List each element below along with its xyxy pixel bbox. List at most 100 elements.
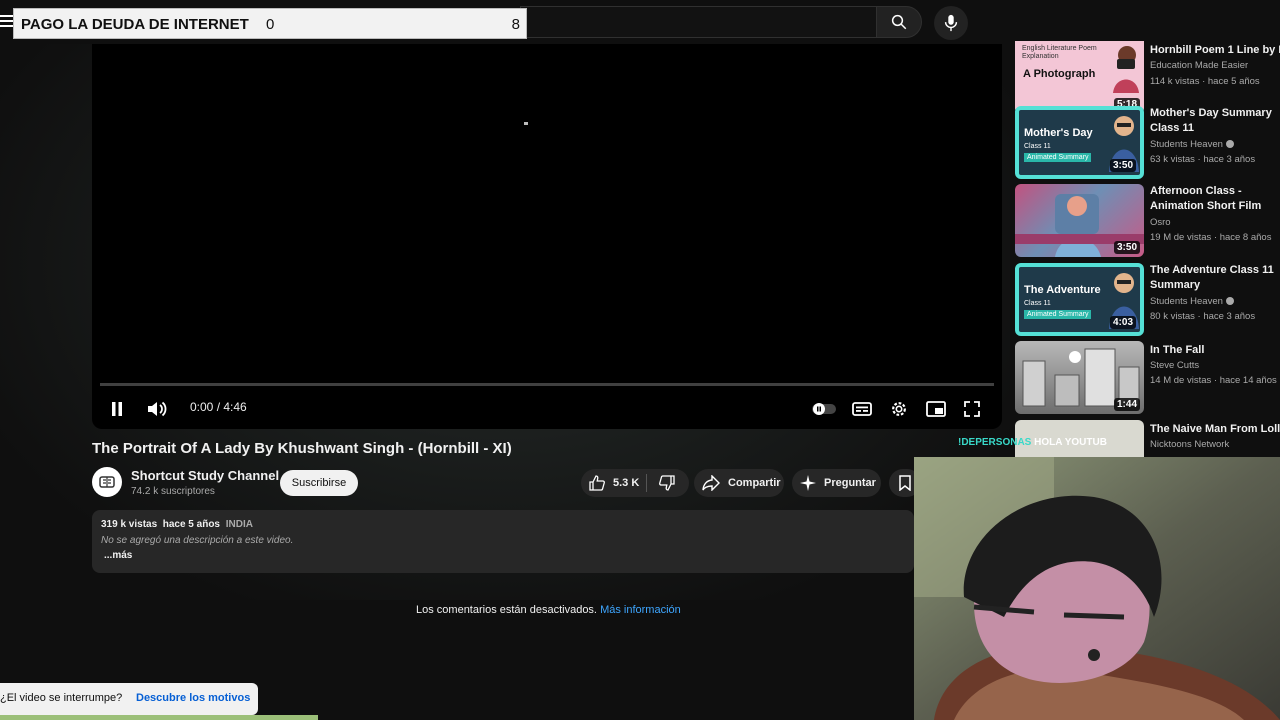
time-display: 0:00 / 4:46 <box>190 400 247 414</box>
recommendation-channel[interactable]: Osro <box>1150 217 1171 228</box>
duration-badge: 4:03 <box>1109 316 1136 329</box>
toast-link[interactable]: Descubre los motivos <box>136 692 250 704</box>
video-thumbnail[interactable]: The Adventure Class 11 Animated Summary … <box>1015 263 1144 336</box>
description-box[interactable]: 319 k vistas hace 5 años INDIA No se agr… <box>92 510 914 573</box>
channel-label: Students Heaven <box>1150 296 1223 307</box>
gear-icon <box>892 402 906 416</box>
view-stats: 319 k vistas hace 5 años INDIA <box>101 519 253 530</box>
settings-button[interactable] <box>888 398 910 420</box>
recommendation-title[interactable]: The Naive Man From Lolliland <box>1150 422 1280 437</box>
more-info-link[interactable]: Más información <box>600 604 681 616</box>
recommendation-item[interactable]: 3:50 Afternoon Class - Animation Short F… <box>1015 184 1280 258</box>
recommendation-title[interactable]: Afternoon Class - Animation Short Film (… <box>1150 184 1280 214</box>
search-button[interactable] <box>876 6 922 38</box>
duration-badge: 3:50 <box>1113 241 1140 254</box>
subtitles-button[interactable] <box>851 398 873 420</box>
overlay-value-a: 0 <box>266 16 275 33</box>
volume-button[interactable] <box>146 398 168 420</box>
chat-text: HOLA YOUTUB <box>1034 437 1107 448</box>
share-label: Compartir <box>728 477 781 489</box>
comments-disabled-text: Los comentarios están desactivados. <box>416 604 597 616</box>
recommendation-channel[interactable]: Education Made Easier <box>1150 60 1248 71</box>
video-thumbnail[interactable]: English Literature Poem Explanation A Ph… <box>1015 41 1144 114</box>
thumbs-down-icon <box>659 475 675 491</box>
recommendation-title[interactable]: In The Fall <box>1150 343 1280 358</box>
video-thumbnail[interactable]: 3:50 <box>1015 184 1144 257</box>
verified-icon <box>1225 140 1234 149</box>
like-dislike-group: 5.3 K <box>581 469 689 497</box>
duration-badge: 1:44 <box>1113 398 1140 411</box>
miniplayer-icon <box>926 401 946 417</box>
voice-search-button[interactable] <box>934 6 968 40</box>
search-icon <box>891 14 907 30</box>
overlay-label: PAGO LA DEUDA DE INTERNET <box>21 16 249 33</box>
loading-indicator <box>524 122 528 125</box>
recommendation-meta: 19 M de vistas · hace 8 años <box>1150 232 1272 243</box>
video-thumbnail[interactable]: 1:44 <box>1015 341 1144 414</box>
upload-age: hace 5 años <box>162 519 220 530</box>
like-button[interactable]: 5.3 K <box>581 474 647 492</box>
thumbnail-title: A Photograph <box>1023 68 1096 80</box>
like-count: 5.3 K <box>613 477 640 489</box>
channel-name[interactable]: Shortcut Study Channel <box>131 468 279 483</box>
recommendation-channel[interactable]: Nicktoons Network <box>1150 439 1229 450</box>
search-input[interactable] <box>520 6 876 38</box>
recommendation-title[interactable]: Hornbill Poem 1 Line by Line <box>1150 43 1280 58</box>
dislike-button[interactable] <box>647 475 687 491</box>
thumbnail-subtitle: Class 11 <box>1024 300 1051 307</box>
subscriber-count: 74.2 k suscriptores <box>131 486 215 497</box>
recommendation-meta: 63 k vistas · hace 3 años <box>1150 154 1256 165</box>
thumbnail-title: Mother's Day <box>1024 127 1093 139</box>
recommendation-title[interactable]: Mother's Day Summary Class 11 <box>1150 106 1280 136</box>
progress-bar[interactable] <box>100 383 994 386</box>
recommendation-item[interactable]: English Literature Poem Explanation A Ph… <box>1015 41 1280 115</box>
bookmark-icon <box>899 475 911 491</box>
miniplayer-button[interactable] <box>925 398 947 420</box>
player-controls: 0:00 / 4:46 <box>92 390 1002 426</box>
share-button[interactable]: Compartir <box>694 469 784 497</box>
autoplay-toggle[interactable] <box>810 398 838 420</box>
overlay-value-b: 8 <box>511 16 520 33</box>
camera-figure-icon <box>1113 46 1139 93</box>
pause-button[interactable] <box>106 398 128 420</box>
video-player[interactable]: 0:00 / 4:46 <box>92 44 1002 429</box>
recommendation-item[interactable]: The Adventure Class 11 Animated Summary … <box>1015 263 1280 337</box>
recommendation-item[interactable]: 1:44 In The Fall Steve Cutts 14 M de vis… <box>1015 341 1280 415</box>
comments-disabled-notice: Los comentarios están desactivados. Más … <box>416 604 681 616</box>
thumbs-up-icon <box>589 475 605 491</box>
show-more-link[interactable]: ...más <box>104 550 132 561</box>
recommendation-meta: 80 k vistas · hace 3 años <box>1150 311 1256 322</box>
fullscreen-icon <box>964 401 980 417</box>
recommendation-channel[interactable]: Steve Cutts <box>1150 360 1199 371</box>
view-count: 319 k vistas <box>101 519 158 530</box>
region-tag[interactable]: INDIA <box>226 519 253 530</box>
ask-button[interactable]: Preguntar <box>792 469 881 497</box>
toast-question: ¿El video se interrumpe? <box>0 692 123 704</box>
thumbnail-title: The Adventure <box>1024 284 1101 296</box>
thumbnail-subtitle: Class 11 <box>1024 143 1051 150</box>
channel-avatar[interactable] <box>92 467 122 497</box>
share-icon <box>702 475 720 491</box>
video-title: The Portrait Of A Lady By Khushwant Sing… <box>92 440 512 457</box>
stream-overlay-counter: PAGO LA DEUDA DE INTERNET 0 8 <box>13 8 527 39</box>
fullscreen-button[interactable] <box>961 398 983 420</box>
recommendation-channel[interactable]: Students Heaven <box>1150 296 1234 307</box>
menu-icon[interactable] <box>0 12 14 30</box>
recommendation-title[interactable]: The Adventure Class 11 Summary <box>1150 263 1280 293</box>
duration-badge: 3:50 <box>1109 159 1136 172</box>
microphone-icon <box>944 14 958 32</box>
playback-issue-toast: ¿El video se interrumpe? Descubre los mo… <box>0 683 258 715</box>
ask-label: Preguntar <box>824 477 876 489</box>
autoplay-icon <box>812 403 836 415</box>
description-text: No se agregó una descripción a este vide… <box>101 535 294 546</box>
recommendation-channel[interactable]: Students Heaven <box>1150 139 1234 150</box>
video-thumbnail[interactable]: Mother's Day Class 11 Animated Summary 3… <box>1015 106 1144 179</box>
chat-message: !DEPERSONAS HOLA YOUTUB <box>958 437 1107 448</box>
thumbnail-subtitle: English Literature Poem Explanation <box>1022 45 1097 60</box>
thumbnail-badge: Animated Summary <box>1024 310 1092 319</box>
status-strip <box>0 715 318 720</box>
subscribe-button[interactable]: Suscribirse <box>280 470 358 496</box>
thumbnail-badge: Animated Summary <box>1024 153 1092 162</box>
recommendation-meta: 114 k vistas · hace 5 años <box>1150 76 1260 87</box>
recommendation-item[interactable]: Mother's Day Class 11 Animated Summary 3… <box>1015 106 1280 180</box>
